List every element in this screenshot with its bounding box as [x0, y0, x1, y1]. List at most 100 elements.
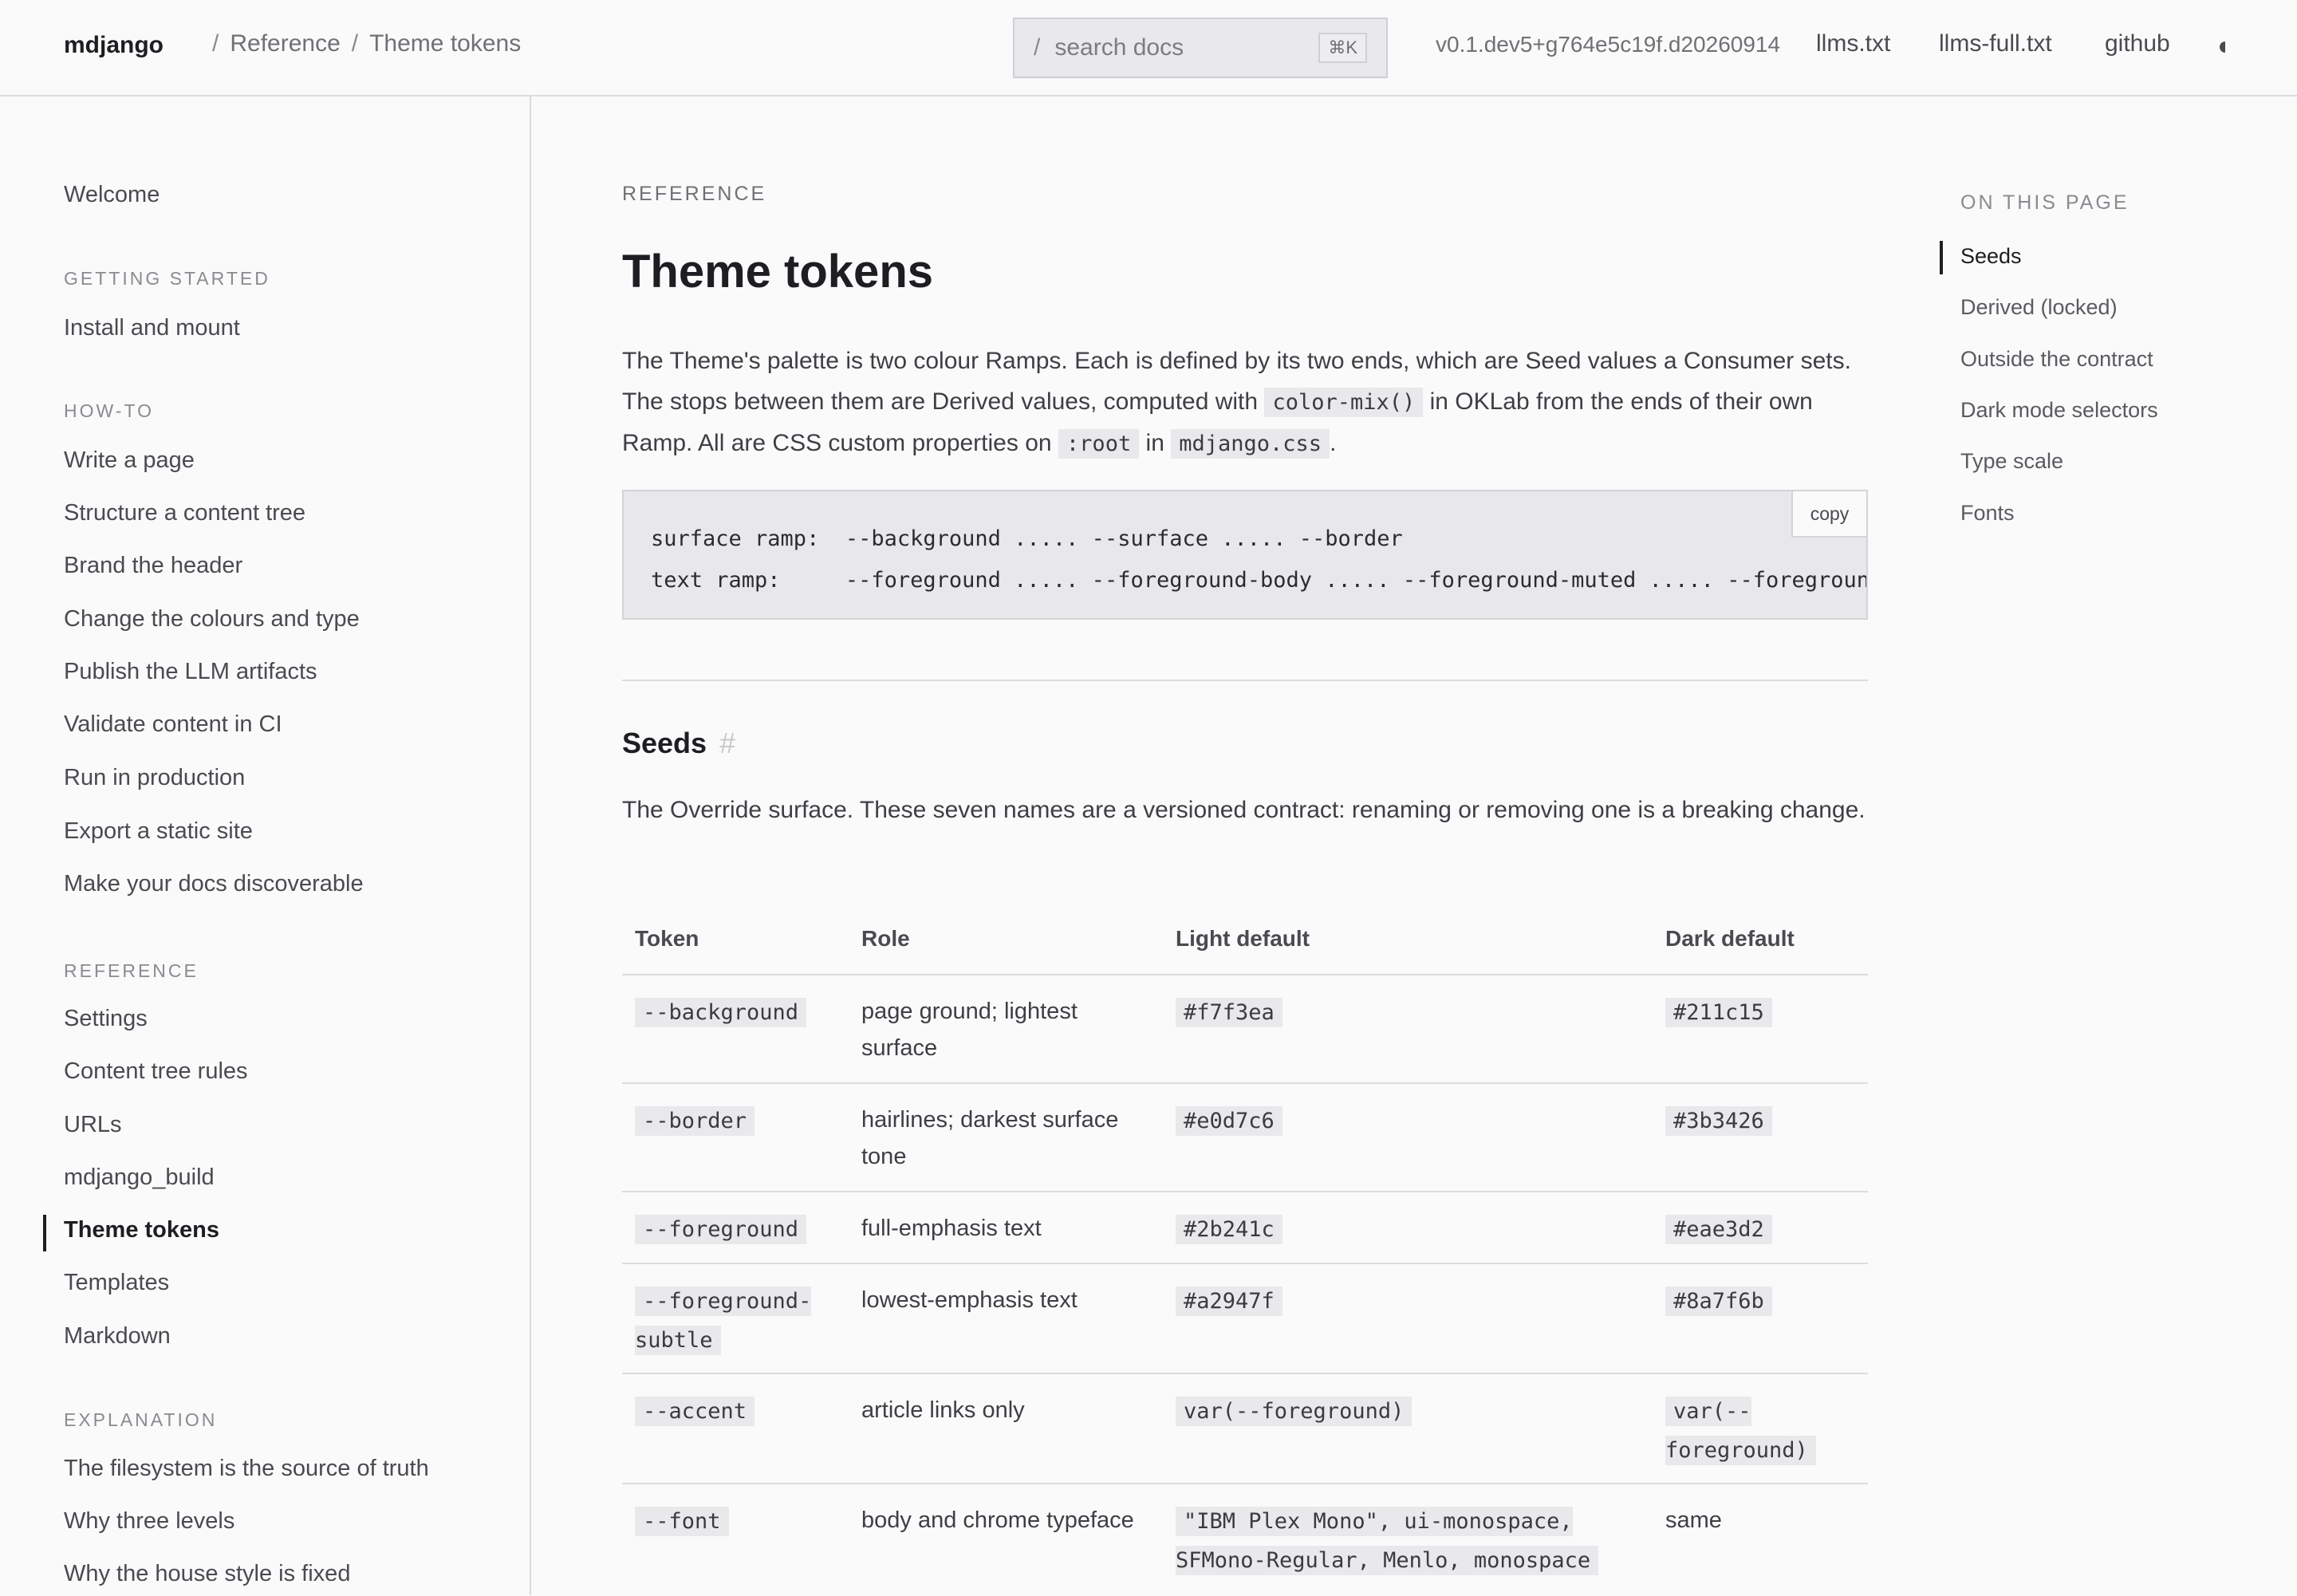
- search-placeholder: search docs: [1054, 34, 1184, 61]
- anchor-link[interactable]: #: [719, 727, 735, 759]
- code-line: text ramp: --foreground ..... --foregrou…: [651, 568, 1868, 593]
- sidebar-item-why-three-levels[interactable]: Why three levels: [64, 1508, 234, 1535]
- light-cell: "IBM Plex Mono", ui-monospace, SFMono-Re…: [1176, 1502, 1606, 1580]
- sidebar-item-change-colours[interactable]: Change the colours and type: [64, 606, 360, 632]
- copy-button[interactable]: copy: [1791, 491, 1866, 538]
- token-code: --foreground-subtle: [635, 1287, 812, 1355]
- light-value: #f7f3ea: [1176, 998, 1282, 1027]
- dark-value: #211c15: [1665, 998, 1772, 1027]
- breadcrumb-separator: /: [212, 30, 219, 57]
- light-cell: #a2947f: [1176, 1282, 1654, 1321]
- sidebar-item-templates[interactable]: Templates: [64, 1270, 169, 1296]
- breadcrumb: / Reference / Theme tokens: [212, 30, 521, 57]
- toc-item-derived[interactable]: Derived (locked): [1960, 295, 2118, 320]
- token-cell: --accent: [635, 1392, 842, 1431]
- dark-cell: same: [1665, 1507, 1722, 1533]
- sidebar-item-discoverable[interactable]: Make your docs discoverable: [64, 871, 364, 897]
- role-cell: article links only: [861, 1397, 1025, 1423]
- code-block[interactable]: surface ramp: --background ..... --surfa…: [622, 490, 1868, 620]
- seeds-table: Token Role Light default Dark default --…: [622, 918, 1868, 1596]
- table-header: Token Role Light default Dark default: [622, 918, 1868, 975]
- sidebar-section-reference: REFERENCE: [64, 960, 199, 981]
- toc-item-dark-mode[interactable]: Dark mode selectors: [1960, 398, 2158, 423]
- toc-item-type-scale[interactable]: Type scale: [1960, 449, 2063, 474]
- sidebar-item-theme-tokens[interactable]: Theme tokens: [64, 1217, 219, 1243]
- token-code: --border: [635, 1106, 755, 1136]
- light-value: #e0d7c6: [1176, 1106, 1282, 1136]
- role-cell: body and chrome typeface: [861, 1507, 1134, 1533]
- breadcrumb-reference[interactable]: Reference: [230, 30, 340, 57]
- token-cell: --foreground: [635, 1210, 842, 1249]
- sidebar-item-content-tree-rules[interactable]: Content tree rules: [64, 1058, 248, 1085]
- role-cell: hairlines; darkest surface tone: [861, 1107, 1119, 1169]
- sidebar-item-write-a-page[interactable]: Write a page: [64, 447, 195, 474]
- sidebar-item-publish-llm[interactable]: Publish the LLM artifacts: [64, 659, 317, 685]
- role-cell: full-emphasis text: [861, 1216, 1042, 1241]
- dark-cell: #eae3d2: [1665, 1210, 1865, 1249]
- toc-active-indicator: [1940, 241, 1943, 274]
- token-cell: --border: [635, 1101, 842, 1141]
- sidebar-item-markdown[interactable]: Markdown: [64, 1323, 171, 1350]
- token-code: --background: [635, 998, 807, 1027]
- toc-item-outside-contract[interactable]: Outside the contract: [1960, 347, 2153, 372]
- sidebar-item-run-production[interactable]: Run in production: [64, 765, 245, 791]
- sidebar-item-install-and-mount[interactable]: Install and mount: [64, 315, 240, 341]
- sidebar-active-indicator: [43, 1215, 46, 1251]
- sidebar-item-export-static[interactable]: Export a static site: [64, 818, 253, 845]
- toc-item-fonts[interactable]: Fonts: [1960, 501, 2015, 526]
- dark-value: var(--foreground): [1665, 1397, 1816, 1465]
- dark-cell: #211c15: [1665, 993, 1865, 1032]
- token-cell: --font: [635, 1502, 842, 1541]
- toc-item-seeds[interactable]: Seeds: [1960, 244, 2022, 269]
- role-cell: lowest-emphasis text: [861, 1287, 1078, 1313]
- sidebar-item-mdjango-build[interactable]: mdjango_build: [64, 1164, 215, 1191]
- intro-text: in: [1145, 430, 1164, 456]
- seeds-paragraph: The Override surface. These seven names …: [622, 797, 1866, 823]
- section-eyebrow: REFERENCE: [622, 183, 767, 205]
- toc-heading: ON THIS PAGE: [1960, 191, 2130, 214]
- sidebar-item-settings[interactable]: Settings: [64, 1006, 148, 1032]
- sidebar-item-urls[interactable]: URLs: [64, 1112, 122, 1138]
- search-input[interactable]: / search docs ⌘K: [1013, 18, 1388, 78]
- token-cell: --foreground-subtle: [635, 1282, 834, 1360]
- sidebar-section-how-to: HOW-TO: [64, 400, 154, 421]
- code-line: surface ramp: --background ..... --surfa…: [651, 526, 1403, 551]
- table-row: --foreground-subtle lowest-emphasis text…: [622, 1264, 1868, 1374]
- dark-cell: #8a7f6b: [1665, 1282, 1865, 1321]
- light-cell: var(--foreground): [1176, 1392, 1654, 1431]
- column-header: Role: [861, 926, 910, 951]
- dark-value: #8a7f6b: [1665, 1287, 1772, 1316]
- table-row: --border hairlines; darkest surface tone…: [622, 1084, 1868, 1192]
- light-value: #2b241c: [1176, 1215, 1282, 1244]
- table-row: --accent article links only var(--foregr…: [622, 1374, 1868, 1484]
- inline-code: mdjango.css: [1171, 429, 1330, 459]
- token-code: --foreground: [635, 1215, 807, 1244]
- dark-value: #3b3426: [1665, 1106, 1772, 1136]
- half-moon-icon[interactable]: [2219, 40, 2228, 54]
- sidebar-item-structure-content-tree[interactable]: Structure a content tree: [64, 500, 305, 526]
- column-header: Token: [635, 926, 699, 951]
- sidebar-item-filesystem-truth[interactable]: The filesystem is the source of truth: [64, 1456, 429, 1482]
- sidebar-item-brand-header[interactable]: Brand the header: [64, 553, 242, 579]
- heading-text: Seeds: [622, 727, 707, 759]
- column-header: Dark default: [1665, 926, 1795, 951]
- sidebar-item-welcome[interactable]: Welcome: [64, 182, 160, 208]
- light-cell: #e0d7c6: [1176, 1101, 1654, 1141]
- sidebar-item-validate-ci[interactable]: Validate content in CI: [64, 711, 282, 738]
- light-value: var(--foreground): [1176, 1397, 1412, 1426]
- intro-text: .: [1330, 430, 1337, 456]
- divider: [622, 680, 1868, 681]
- light-cell: #f7f3ea: [1176, 993, 1654, 1032]
- brand-logo[interactable]: mdjango: [64, 32, 164, 59]
- github-link[interactable]: github: [2105, 30, 2170, 57]
- sidebar-item-why-house-style[interactable]: Why the house style is fixed: [64, 1561, 350, 1587]
- llms-full-txt-link[interactable]: llms-full.txt: [1939, 30, 2052, 57]
- top-header: mdjango / Reference / Theme tokens / sea…: [0, 0, 2297, 97]
- sidebar-section-getting-started: GETTING STARTED: [64, 268, 270, 289]
- llms-txt-link[interactable]: llms.txt: [1816, 30, 1890, 57]
- breadcrumb-separator: /: [351, 30, 359, 57]
- section-heading-seeds: Seeds #: [622, 727, 735, 760]
- code-content: surface ramp: --background ..... --surfa…: [651, 518, 1868, 601]
- token-code: --font: [635, 1507, 729, 1536]
- intro-paragraph: The Theme's palette is two colour Ramps.…: [622, 341, 1868, 464]
